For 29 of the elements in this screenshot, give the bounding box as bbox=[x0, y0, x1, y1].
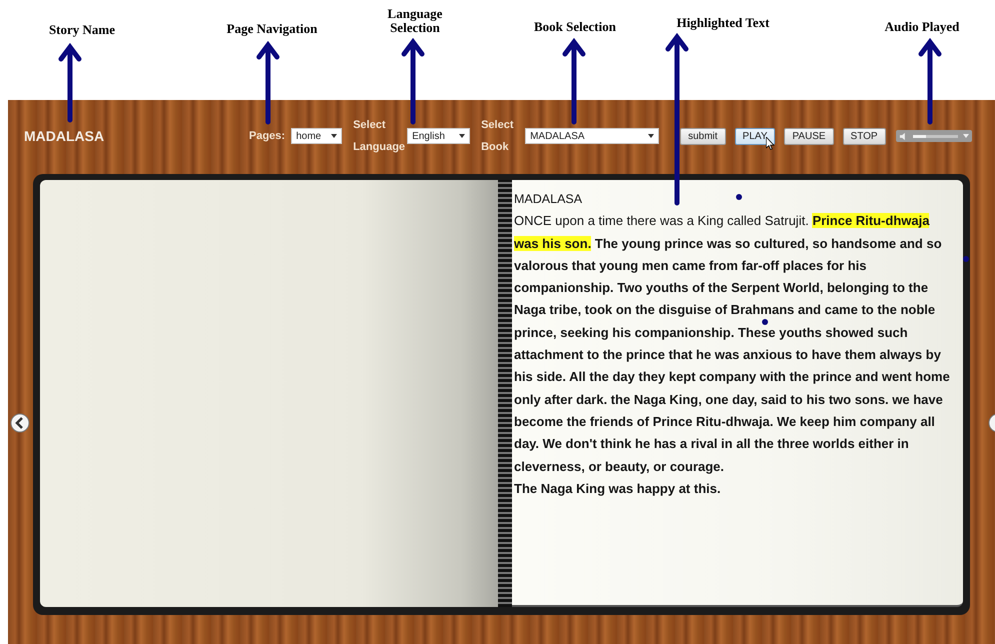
story-paragraph: The Naga King was happy at this. bbox=[514, 480, 722, 498]
caret-icon bbox=[648, 134, 654, 138]
annotation-label: Audio Played bbox=[884, 20, 960, 34]
caret-icon[interactable] bbox=[962, 134, 969, 138]
dropdown[interactable]: home bbox=[291, 128, 342, 144]
annotation-label: Story Name bbox=[48, 23, 116, 37]
audio-slider[interactable] bbox=[912, 134, 958, 138]
marker-dot bbox=[736, 194, 742, 200]
previous-page-icon[interactable] bbox=[10, 413, 30, 433]
caret-icon bbox=[459, 134, 466, 138]
dropdown[interactable]: English bbox=[407, 128, 470, 144]
dropdown[interactable]: MADALASA bbox=[525, 128, 660, 144]
annotation-label: Highlighted Text bbox=[676, 16, 770, 30]
story-title: MADALASA bbox=[24, 128, 106, 144]
field-label: Select Book bbox=[481, 118, 514, 155]
audio-player[interactable] bbox=[896, 130, 972, 142]
caret-icon bbox=[331, 134, 338, 138]
button[interactable]: PAUSE bbox=[784, 128, 834, 144]
marker-dot bbox=[963, 256, 969, 262]
annotation-label: Book Selection bbox=[533, 20, 617, 34]
annotation-label: Page Navigation bbox=[226, 22, 318, 36]
annotation-label: Language Selection bbox=[386, 7, 444, 35]
page-title: MADALASA bbox=[514, 191, 582, 208]
field-label: Pages: bbox=[249, 129, 286, 144]
button[interactable]: submit bbox=[680, 128, 726, 144]
speaker-icon[interactable] bbox=[898, 132, 908, 140]
marker-dot bbox=[762, 319, 768, 325]
cursor-icon bbox=[766, 136, 775, 150]
button[interactable]: STOP bbox=[842, 128, 886, 144]
